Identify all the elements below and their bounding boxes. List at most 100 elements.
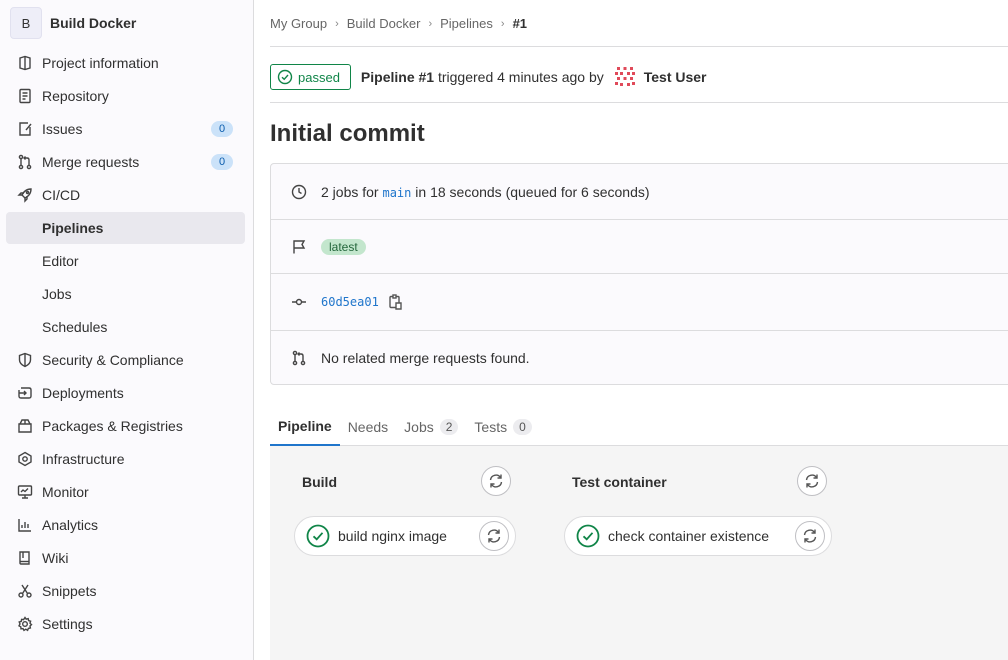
- user-name-link[interactable]: Test User: [644, 69, 707, 85]
- sidebar-item-label: Wiki: [42, 550, 69, 566]
- job-build-nginx-image[interactable]: build nginx image: [294, 516, 516, 556]
- breadcrumb-project[interactable]: Build Docker: [347, 16, 421, 31]
- retry-icon: [805, 474, 819, 488]
- sidebar-item-deployments[interactable]: Deployments: [6, 377, 245, 409]
- project-icon: [19, 55, 31, 71]
- sidebar-item-project-information[interactable]: Project information: [6, 47, 245, 79]
- sidebar-item-wiki[interactable]: Wiki: [6, 542, 245, 574]
- latest-badge: latest: [321, 238, 366, 255]
- chevron-right-icon: ›: [335, 17, 339, 30]
- sidebar-item-analytics[interactable]: Analytics: [6, 509, 245, 541]
- sidebar-item-security-compliance[interactable]: Security & Compliance: [6, 344, 245, 376]
- divider: [270, 46, 1008, 47]
- retry-icon: [489, 474, 503, 488]
- sidebar-item-editor[interactable]: Editor: [6, 245, 245, 277]
- project-name: Build Docker: [50, 15, 137, 31]
- commit-sha-link[interactable]: 60d5ea01: [321, 295, 379, 309]
- retry-job-button[interactable]: [479, 521, 509, 551]
- retry-job-button[interactable]: [795, 521, 825, 551]
- sidebar-item-pipelines[interactable]: Pipelines: [6, 212, 245, 244]
- status-badge[interactable]: passed: [270, 64, 351, 90]
- jobs-summary: 2 jobs for main in 18 seconds (queued fo…: [321, 184, 650, 200]
- merge-request-icon: [18, 154, 32, 170]
- stage-title-test-container: Test container: [572, 474, 667, 490]
- tab-needs[interactable]: Needs: [340, 408, 396, 446]
- sidebar-item-label: Snippets: [42, 583, 97, 599]
- tab-label: Tests: [474, 419, 508, 435]
- branch-link[interactable]: main: [382, 186, 411, 200]
- retry-stage-test-button[interactable]: [797, 466, 827, 496]
- issues-icon: [19, 122, 32, 136]
- pipeline-id: Pipeline #1: [360, 69, 435, 85]
- breadcrumb: My Group › Build Docker › Pipelines › #1: [270, 16, 527, 31]
- sidebar-item-issues[interactable]: Issues 0: [6, 113, 245, 145]
- jobs-summary-row: 2 jobs for main in 18 seconds (queued fo…: [271, 164, 1008, 220]
- sidebar-item-label: Repository: [42, 88, 109, 104]
- cloud-gear-icon: [18, 451, 32, 467]
- tab-jobs[interactable]: Jobs 2: [396, 408, 466, 446]
- sidebar-item-label: Schedules: [42, 319, 108, 335]
- job-name: check container existence: [608, 528, 770, 544]
- commit-icon: [292, 298, 306, 306]
- divider: [270, 102, 1008, 103]
- tab-label: Pipeline: [278, 418, 332, 434]
- sidebar-item-repository[interactable]: Repository: [6, 80, 245, 112]
- sidebar-item-label: Analytics: [42, 517, 99, 533]
- shield-icon: [18, 352, 32, 368]
- jobs-prefix: 2 jobs for: [321, 183, 379, 200]
- sidebar-item-ci-cd[interactable]: CI/CD: [6, 179, 245, 211]
- tab-tests[interactable]: Tests 0: [466, 408, 539, 446]
- chevron-right-icon: ›: [428, 17, 433, 30]
- pipeline-header: passed Pipeline #1 triggered 4 minutes a…: [270, 64, 707, 90]
- sidebar-item-monitor[interactable]: Monitor: [6, 476, 245, 508]
- merge-requests-count-badge: 0: [211, 154, 233, 170]
- retry-stage-build-button[interactable]: [481, 466, 511, 496]
- book-icon: [19, 551, 30, 565]
- package-icon: [18, 419, 32, 433]
- commit-row: 60d5ea01: [271, 274, 1008, 331]
- check-circle-icon: [277, 69, 293, 85]
- page-title: Initial commit: [270, 120, 425, 147]
- job-check-container-existence[interactable]: check container existence: [564, 516, 832, 556]
- sidebar-item-snippets[interactable]: Snippets: [6, 575, 245, 607]
- sidebar: B Build Docker Project information Repos…: [0, 0, 254, 660]
- sidebar-item-settings[interactable]: Settings: [6, 608, 245, 640]
- user-avatar[interactable]: [613, 66, 636, 88]
- scissors-icon: [18, 584, 32, 598]
- triggered-text: triggered 4 minutes ago by: [437, 69, 604, 85]
- tab-pipeline[interactable]: Pipeline: [270, 408, 340, 446]
- tags-row: latest: [271, 220, 1008, 274]
- sidebar-item-label: Monitor: [42, 484, 89, 500]
- breadcrumb-current[interactable]: #1: [513, 16, 527, 31]
- sidebar-item-label: Issues: [42, 121, 83, 137]
- sidebar-item-label: Security & Compliance: [42, 352, 184, 368]
- monitor-icon: [17, 485, 33, 499]
- sidebar-item-merge-requests[interactable]: Merge requests 0: [6, 146, 245, 178]
- sidebar-item-label: Editor: [42, 253, 79, 269]
- breadcrumb-pipelines[interactable]: Pipelines: [440, 16, 493, 31]
- mr-text: No related merge requests found.: [321, 350, 530, 366]
- copy-icon[interactable]: [387, 294, 403, 310]
- pipeline-summary: Pipeline #1 triggered 4 minutes ago by: [361, 69, 604, 85]
- status-label: passed: [298, 69, 340, 85]
- sidebar-item-label: Settings: [42, 616, 93, 632]
- chart-icon: [18, 519, 31, 532]
- sidebar-item-infrastructure[interactable]: Infrastructure: [6, 443, 245, 475]
- doc-icon: [19, 88, 31, 104]
- breadcrumb-group[interactable]: My Group: [270, 16, 327, 31]
- sidebar-item-schedules[interactable]: Schedules: [6, 311, 245, 343]
- project-avatar: B: [10, 7, 42, 39]
- sidebar-item-label: Infrastructure: [42, 451, 125, 467]
- project-header[interactable]: B Build Docker: [0, 0, 253, 46]
- sidebar-item-label: Jobs: [42, 286, 72, 302]
- merge-requests-row: No related merge requests found.: [271, 331, 1008, 385]
- sidebar-item-jobs[interactable]: Jobs: [6, 278, 245, 310]
- check-circle-icon: [576, 524, 600, 548]
- sidebar-item-packages-registries[interactable]: Packages & Registries: [6, 410, 245, 442]
- tab-count: 0: [513, 419, 532, 435]
- sidebar-item-label: Project information: [42, 55, 159, 71]
- pipeline-tabs: Pipeline Needs Jobs 2 Tests 0: [270, 408, 1008, 446]
- chevron-right-icon: ›: [500, 17, 505, 30]
- job-name: build nginx image: [338, 528, 447, 544]
- pipeline-info-box: 2 jobs for main in 18 seconds (queued fo…: [270, 163, 1008, 385]
